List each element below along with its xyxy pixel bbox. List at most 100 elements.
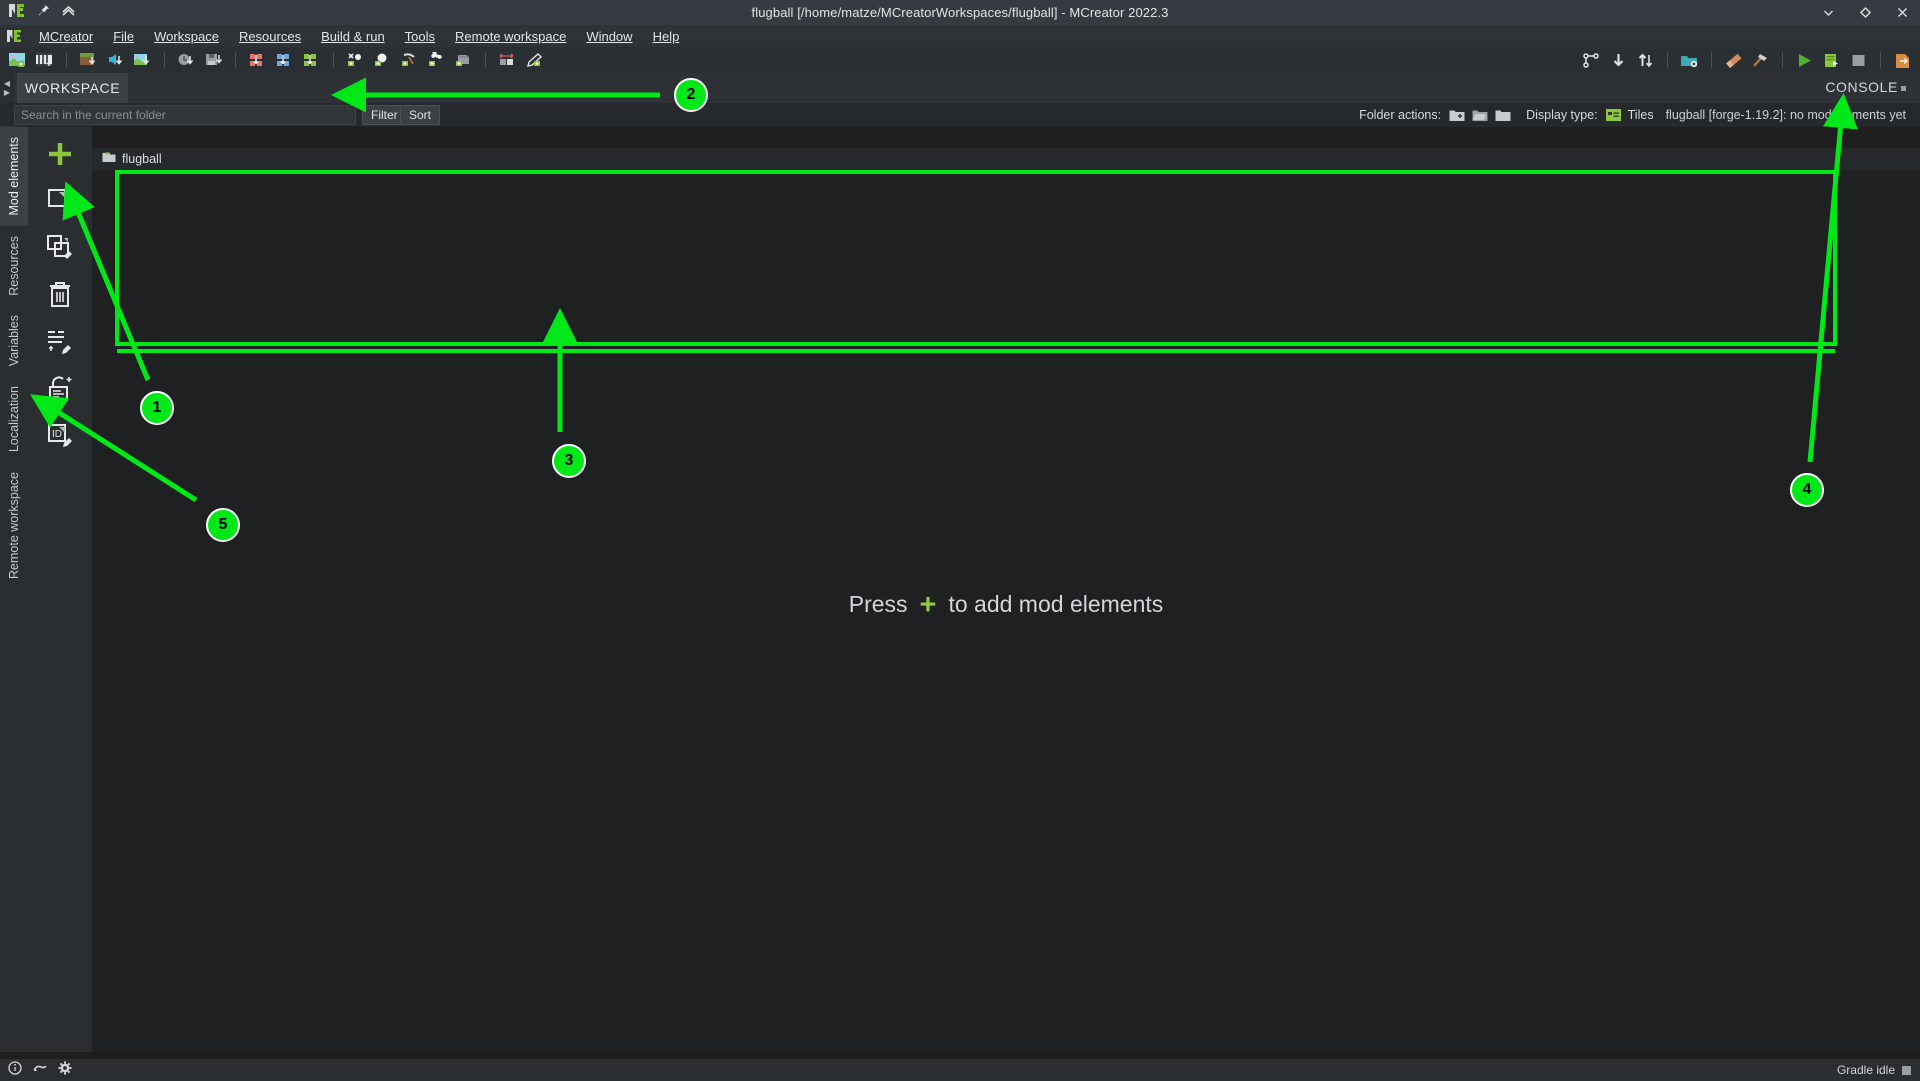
- open-folder-icon[interactable]: [1472, 109, 1488, 122]
- display-type-value[interactable]: Tiles: [1628, 108, 1654, 122]
- menu-item-tools-label: Tools: [404, 28, 436, 44]
- git-branch-icon[interactable]: [1581, 51, 1602, 70]
- menu-item-window-label: Window: [586, 28, 633, 44]
- toolbar-separator: [1880, 52, 1881, 68]
- parent-folder-icon[interactable]: [1495, 109, 1511, 122]
- menu-item-help-label: Help: [652, 28, 680, 44]
- menu-item-window[interactable]: Window: [576, 27, 642, 46]
- status-bar: Gradle idle: [0, 1059, 1920, 1081]
- resize-icon[interactable]: [497, 51, 518, 70]
- mod-elements-canvas[interactable]: Press + to add mod elements: [92, 170, 1920, 1052]
- panel-collapse-rail[interactable]: ◀ ▶: [0, 73, 14, 103]
- tab-console[interactable]: CONSOLE: [1825, 79, 1906, 95]
- menu-item-resources-label: Resources: [238, 28, 302, 44]
- gradle-status-label: Gradle idle: [1836, 1063, 1895, 1077]
- lock-code-icon[interactable]: [40, 370, 80, 408]
- toolbar-separator: [66, 52, 67, 68]
- pin-icon[interactable]: [37, 4, 50, 22]
- status-bar-left: [0, 1060, 72, 1080]
- new-block-texture-icon[interactable]: [78, 51, 99, 70]
- new-block-icon[interactable]: [453, 51, 474, 70]
- menu-item-file[interactable]: File: [103, 27, 144, 46]
- toolbar-separator: [333, 52, 334, 68]
- maximize-button[interactable]: [1858, 5, 1873, 20]
- delete-mod-element-icon[interactable]: [40, 276, 80, 314]
- new-bone-icon[interactable]: [426, 51, 447, 70]
- settings-gear-icon[interactable]: [58, 1061, 72, 1080]
- search-input[interactable]: [14, 105, 356, 125]
- empty-state-text-after: to add mod elements: [948, 591, 1164, 617]
- empty-state-text-before: Press: [848, 591, 908, 617]
- minimize-button[interactable]: [1821, 5, 1836, 20]
- toolbar-separator: [1711, 52, 1712, 68]
- menu-item-build-and-run[interactable]: Build & run: [311, 27, 395, 46]
- run-server-icon[interactable]: [1821, 51, 1842, 70]
- stop-icon[interactable]: [1848, 51, 1869, 70]
- new-pickaxe-icon[interactable]: [399, 51, 420, 70]
- pull-icon[interactable]: [1608, 51, 1629, 70]
- recipe-green-icon[interactable]: [301, 51, 322, 70]
- workspace-folder-icon[interactable]: [1679, 51, 1700, 70]
- export-icon[interactable]: [1892, 51, 1913, 70]
- chevron-up-icon[interactable]: [61, 4, 76, 22]
- sidebar-item-variables-label: Variables: [7, 315, 21, 367]
- menu-item-remote-workspace[interactable]: Remote workspace: [445, 27, 576, 46]
- sidebar-item-resources-label: Resources: [7, 235, 21, 296]
- memory-icon[interactable]: [33, 1061, 47, 1079]
- mcreator-logo-icon: [7, 2, 26, 24]
- sidebar-item-mod-elements-label: Mod elements: [7, 137, 21, 216]
- sidebar-item-resources[interactable]: Resources: [0, 226, 28, 306]
- add-mod-element-icon[interactable]: [40, 135, 80, 173]
- sort-button-label: Sort: [409, 108, 432, 122]
- menu-item-workspace[interactable]: Workspace: [144, 27, 229, 46]
- new-animation-icon[interactable]: [34, 51, 55, 70]
- edit-mod-element-icon[interactable]: [40, 182, 80, 220]
- breadcrumb: flugball: [92, 148, 1920, 170]
- rename-mod-element-icon[interactable]: [40, 323, 80, 361]
- menu-bar: MCreator File Workspace Resources Build …: [0, 25, 1920, 47]
- toolbar-separator: [485, 52, 486, 68]
- menu-mcreator-logo-icon: [6, 28, 23, 44]
- folder-actions-bar: Folder actions: Display type: Tiles flug…: [1359, 105, 1906, 125]
- tiles-icon[interactable]: [1605, 109, 1621, 121]
- recipe-red-icon[interactable]: [247, 51, 268, 70]
- new-texture-icon[interactable]: [7, 51, 28, 70]
- sidebar-item-localization[interactable]: Localization: [0, 376, 28, 462]
- hammer-icon[interactable]: [1750, 51, 1771, 70]
- import-structure-icon[interactable]: [176, 51, 197, 70]
- new-tool-icon[interactable]: [345, 51, 366, 70]
- sort-button[interactable]: Sort: [400, 105, 441, 125]
- duplicate-mod-element-icon[interactable]: [40, 229, 80, 267]
- run-client-icon[interactable]: [1794, 51, 1815, 70]
- toolbar-separator: [1782, 52, 1783, 68]
- import-texture-icon[interactable]: [132, 51, 153, 70]
- sidebar-item-remote-workspace[interactable]: Remote workspace: [0, 462, 28, 589]
- close-button[interactable]: [1895, 5, 1910, 20]
- console-status-dot-icon: [1901, 86, 1906, 91]
- new-item-icon[interactable]: [372, 51, 393, 70]
- sidebar-item-localization-label: Localization: [7, 386, 21, 453]
- menu-item-resources[interactable]: Resources: [229, 27, 311, 46]
- sync-icon[interactable]: [1635, 51, 1656, 70]
- breadcrumb-current-folder[interactable]: flugball: [122, 152, 162, 166]
- window-controls: [1821, 0, 1910, 25]
- sidebar-item-variables[interactable]: Variables: [0, 305, 28, 376]
- import-model-icon[interactable]: [203, 51, 224, 70]
- folder-actions-label: Folder actions:: [1359, 108, 1442, 122]
- menu-item-help[interactable]: Help: [643, 27, 690, 46]
- menu-item-mcreator[interactable]: MCreator: [29, 27, 103, 46]
- sidebar-item-mod-elements[interactable]: Mod elements: [0, 127, 28, 226]
- new-folder-icon[interactable]: [1449, 109, 1465, 122]
- eraser-icon[interactable]: [1723, 51, 1744, 70]
- edit-id-icon[interactable]: ID: [40, 417, 80, 455]
- tab-workspace[interactable]: WORKSPACE: [17, 73, 128, 103]
- tab-workspace-label: WORKSPACE: [24, 80, 121, 96]
- edit-texture-icon[interactable]: [524, 51, 545, 70]
- menu-item-tools[interactable]: Tools: [395, 27, 445, 46]
- main-toolbar: [0, 47, 1920, 73]
- recipe-blue-icon[interactable]: [274, 51, 295, 70]
- menu-item-mcreator-label: MCreator: [39, 28, 94, 44]
- import-sound-icon[interactable]: [105, 51, 126, 70]
- info-icon[interactable]: [8, 1060, 22, 1080]
- menu-item-remote-workspace-label: Remote workspace: [455, 28, 567, 44]
